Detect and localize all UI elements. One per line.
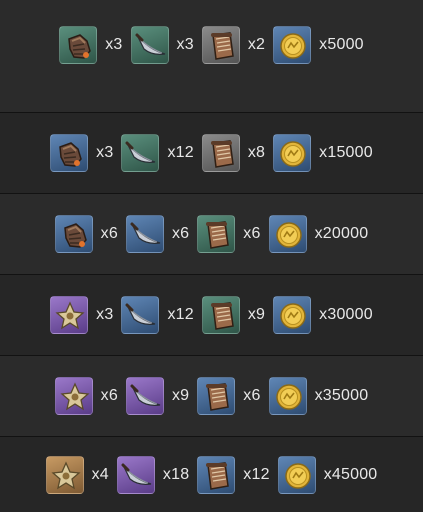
reward-item[interactable]: x12	[121, 134, 194, 172]
item-slot[interactable]	[45, 455, 84, 494]
item-quantity: x9	[247, 306, 266, 323]
reward-item[interactable]: x12	[197, 455, 270, 494]
item-slot[interactable]	[54, 377, 93, 415]
item-slot[interactable]	[201, 25, 240, 64]
reward-tiers-panel: x3 x3 x2 x5000 x3 x12 x8 x15000 x6 x6 x6…	[0, 0, 423, 512]
item-slot[interactable]	[50, 296, 89, 334]
reward-item[interactable]: x6	[125, 215, 190, 253]
reward-item[interactable]: x45000	[277, 455, 378, 494]
reward-item[interactable]: x3	[59, 25, 123, 64]
reward-item[interactable]: x8	[201, 134, 266, 172]
item-quantity: x3	[176, 35, 194, 53]
item-quantity: x30000	[319, 306, 373, 323]
item-quantity: x18	[162, 465, 190, 483]
item-slot[interactable]	[130, 25, 169, 64]
reward-row-3: x6 x6 x6 x20000	[0, 194, 423, 274]
reward-row-1: x3 x3 x2 x5000	[0, 0, 423, 89]
item-quantity: x12	[167, 306, 194, 323]
item-slot[interactable]	[273, 296, 312, 334]
reward-item[interactable]: x6	[197, 377, 260, 415]
item-slot[interactable]	[197, 377, 236, 415]
item-slot[interactable]	[50, 134, 89, 172]
reward-item[interactable]: x5000	[273, 25, 364, 64]
item-quantity: x3	[96, 306, 114, 323]
reward-item[interactable]: x18	[116, 455, 190, 494]
item-quantity: x4	[91, 465, 109, 483]
item-quantity: x12	[167, 144, 194, 161]
item-quantity: x3	[105, 35, 123, 53]
reward-item[interactable]: x9	[125, 377, 190, 415]
item-slot[interactable]	[125, 215, 164, 253]
item-slot[interactable]	[273, 25, 312, 64]
item-quantity: x3	[96, 144, 114, 161]
reward-item[interactable]: x2	[201, 25, 266, 64]
item-slot[interactable]	[54, 215, 93, 253]
item-slot[interactable]	[273, 134, 312, 172]
item-slot[interactable]	[116, 455, 155, 494]
item-slot[interactable]	[197, 455, 236, 494]
item-slot[interactable]	[121, 134, 160, 172]
item-slot[interactable]	[121, 296, 160, 334]
reward-item[interactable]: x15000	[273, 134, 373, 172]
item-slot[interactable]	[125, 377, 164, 415]
item-quantity: x15000	[319, 144, 373, 161]
item-slot[interactable]	[201, 296, 240, 334]
item-quantity: x12	[243, 465, 270, 483]
reward-item[interactable]: x3	[130, 25, 194, 64]
reward-item[interactable]: x3	[50, 296, 113, 334]
item-slot[interactable]	[59, 25, 98, 64]
reward-row-6: x4 x18 x12 x45000	[0, 437, 423, 512]
item-quantity: x45000	[323, 465, 378, 483]
item-quantity: x6	[100, 225, 118, 242]
item-quantity: x9	[171, 387, 190, 404]
reward-item[interactable]: x9	[201, 296, 266, 334]
item-quantity: x35000	[314, 387, 369, 404]
reward-item[interactable]: x20000	[268, 215, 369, 253]
item-quantity: x20000	[314, 225, 369, 242]
reward-item[interactable]: x4	[45, 455, 109, 494]
item-quantity: x8	[247, 144, 266, 161]
item-quantity: x6	[243, 387, 261, 404]
item-slot[interactable]	[277, 455, 316, 494]
reward-item[interactable]: x6	[197, 215, 260, 253]
reward-row-4: x3 x12 x9 x30000	[0, 275, 423, 355]
item-slot[interactable]	[268, 377, 307, 415]
item-slot[interactable]	[197, 215, 236, 253]
reward-item[interactable]: x35000	[268, 377, 369, 415]
item-slot[interactable]	[268, 215, 307, 253]
reward-item[interactable]: x30000	[273, 296, 373, 334]
item-quantity: x5000	[319, 35, 364, 53]
item-quantity: x6	[100, 387, 118, 404]
reward-row-5: x6 x9 x6 x35000	[0, 356, 423, 436]
reward-item[interactable]: x6	[54, 215, 118, 253]
reward-row-2: x3 x12 x8 x15000	[0, 113, 423, 193]
reward-item[interactable]: x6	[54, 377, 118, 415]
item-slot[interactable]	[201, 134, 240, 172]
item-quantity: x6	[243, 225, 261, 242]
reward-item[interactable]: x12	[121, 296, 194, 334]
reward-item[interactable]: x3	[50, 134, 113, 172]
item-quantity: x2	[247, 35, 266, 53]
item-quantity: x6	[171, 225, 190, 242]
